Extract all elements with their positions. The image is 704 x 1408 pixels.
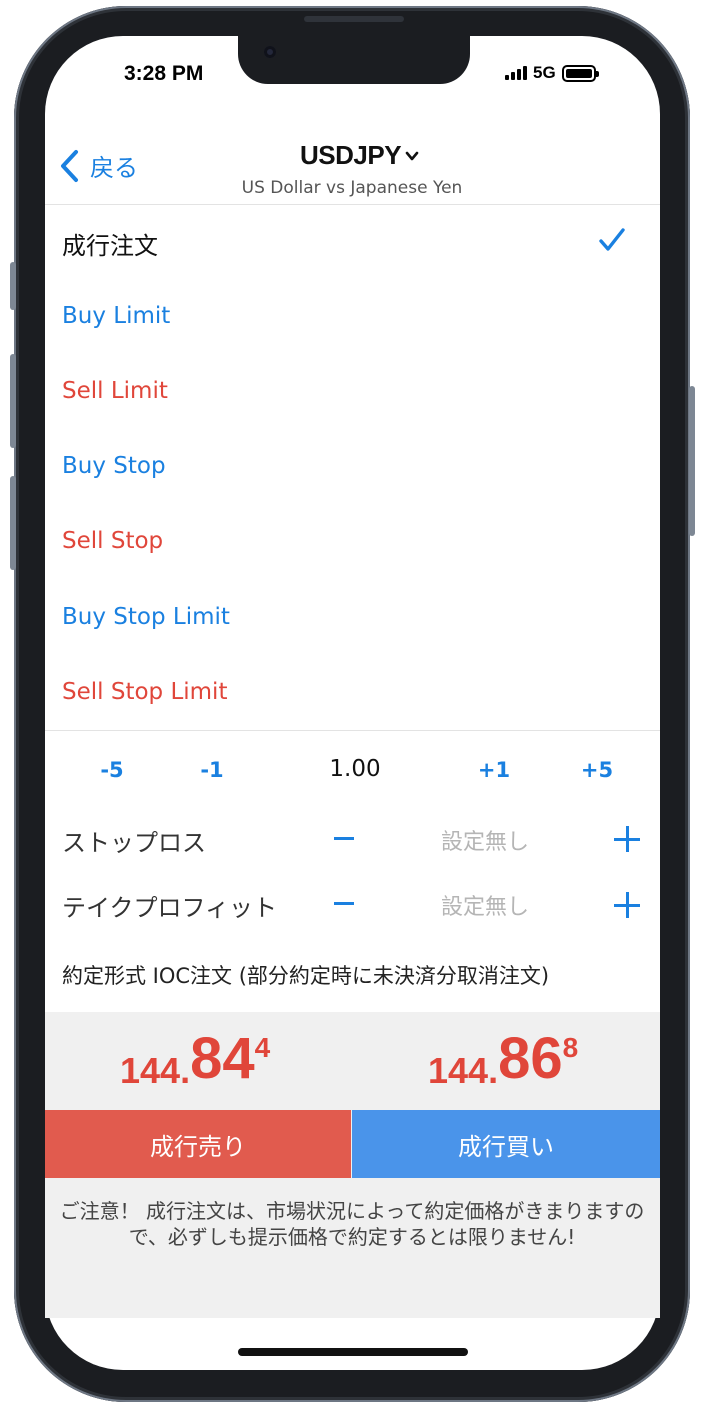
order-type-label: Sell Limit bbox=[62, 378, 168, 404]
take-profit-value[interactable]: 設定無し bbox=[400, 889, 570, 921]
mute-switch bbox=[10, 262, 16, 310]
power-button bbox=[689, 386, 695, 536]
bid-price: 144. 84 4 bbox=[120, 1030, 270, 1092]
stop-loss-minus-button[interactable] bbox=[334, 837, 354, 840]
status-time: 3:28 PM bbox=[124, 62, 204, 85]
earpiece-speaker bbox=[304, 16, 404, 22]
volume-plus-5-button[interactable]: +5 bbox=[567, 758, 627, 782]
market-buy-button[interactable]: 成行買い bbox=[352, 1110, 660, 1178]
stop-loss-value[interactable]: 設定無し bbox=[400, 824, 570, 856]
ask-price-big: 86 bbox=[498, 1026, 563, 1091]
volume-down-button bbox=[10, 476, 16, 570]
ask-price-sup: 8 bbox=[562, 1032, 579, 1063]
home-indicator[interactable] bbox=[238, 1348, 468, 1356]
order-type-market[interactable]: 成行注文 bbox=[62, 226, 158, 261]
checkmark-icon bbox=[599, 228, 625, 251]
signal-icon bbox=[505, 66, 527, 80]
stop-loss-label: ストップロス bbox=[62, 829, 206, 857]
take-profit-label: テイクプロフィット bbox=[62, 894, 278, 922]
take-profit-minus-button[interactable] bbox=[334, 902, 354, 905]
front-camera bbox=[264, 46, 276, 58]
order-type-label: 成行注文 bbox=[62, 232, 158, 260]
symbol-selector[interactable]: USDJPY bbox=[300, 140, 419, 171]
chevron-down-icon bbox=[405, 151, 419, 160]
header-divider bbox=[45, 204, 660, 205]
order-type-label: Sell Stop Limit bbox=[62, 679, 228, 705]
volume-minus-1-button[interactable]: -1 bbox=[182, 758, 242, 782]
volume-plus-1-button[interactable]: +1 bbox=[464, 758, 524, 782]
battery-icon bbox=[561, 64, 599, 82]
order-type-label: Sell Stop bbox=[62, 528, 164, 554]
ask-price-prefix: 144. bbox=[428, 1050, 499, 1091]
order-type-buy-stop[interactable]: Buy Stop bbox=[62, 453, 166, 479]
market-sell-button[interactable]: 成行売り bbox=[45, 1110, 351, 1178]
market-order-notice: ご注意！ 成行注文は、市場状況によって約定価格がきまりますので、必ずしも提示価格… bbox=[59, 1199, 645, 1249]
order-type-sell-limit[interactable]: Sell Limit bbox=[62, 378, 168, 404]
bid-price-big: 84 bbox=[190, 1026, 255, 1091]
ask-price: 144. 86 8 bbox=[428, 1030, 578, 1092]
bid-price-prefix: 144. bbox=[120, 1050, 191, 1091]
network-type: 5G bbox=[533, 63, 556, 82]
volume-up-button bbox=[10, 354, 16, 448]
order-type-label: Buy Stop bbox=[62, 453, 166, 479]
volume-minus-5-button[interactable]: -5 bbox=[82, 758, 142, 782]
order-type-label: Buy Limit bbox=[62, 303, 171, 329]
symbol-description: US Dollar vs Japanese Yen bbox=[241, 178, 463, 198]
volume-value[interactable]: 1.00 bbox=[300, 756, 410, 782]
list-divider bbox=[45, 730, 660, 731]
notch bbox=[238, 36, 470, 84]
order-type-sell-stop-limit[interactable]: Sell Stop Limit bbox=[62, 679, 227, 705]
order-type-buy-stop-limit[interactable]: Buy Stop Limit bbox=[62, 604, 230, 630]
take-profit-plus-button[interactable] bbox=[614, 892, 640, 918]
order-type-label: Buy Stop Limit bbox=[62, 604, 230, 630]
fill-policy-text[interactable]: 約定形式 IOC注文 (部分約定時に未決済分取消注文) bbox=[62, 960, 549, 990]
stop-loss-plus-button[interactable] bbox=[614, 826, 640, 852]
symbol-name: USDJPY bbox=[300, 140, 402, 170]
order-type-sell-stop[interactable]: Sell Stop bbox=[62, 528, 163, 554]
status-indicators: 5G bbox=[505, 63, 599, 83]
order-type-buy-limit[interactable]: Buy Limit bbox=[62, 303, 170, 329]
bid-price-sup: 4 bbox=[254, 1032, 271, 1063]
